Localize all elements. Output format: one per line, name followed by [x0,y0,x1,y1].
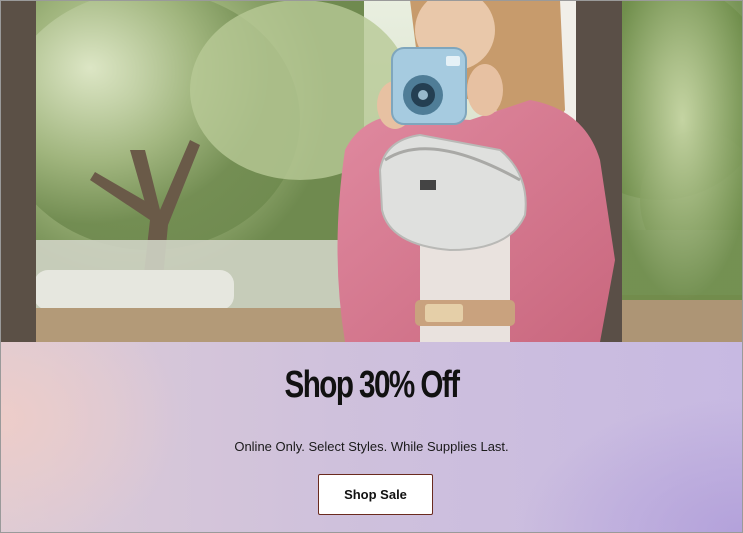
promo-title: Shop 30% Off [284,364,461,406]
promo-banner: Shop 30% Off Online Only. Select Styles.… [0,342,743,533]
hero-video-still [0,0,743,342]
promo-page: Shop 30% Off Online Only. Select Styles.… [0,0,743,533]
hero-video[interactable] [0,0,743,342]
shop-sale-button[interactable]: Shop Sale [318,474,433,515]
promo-subtitle: Online Only. Select Styles. While Suppli… [234,439,509,454]
